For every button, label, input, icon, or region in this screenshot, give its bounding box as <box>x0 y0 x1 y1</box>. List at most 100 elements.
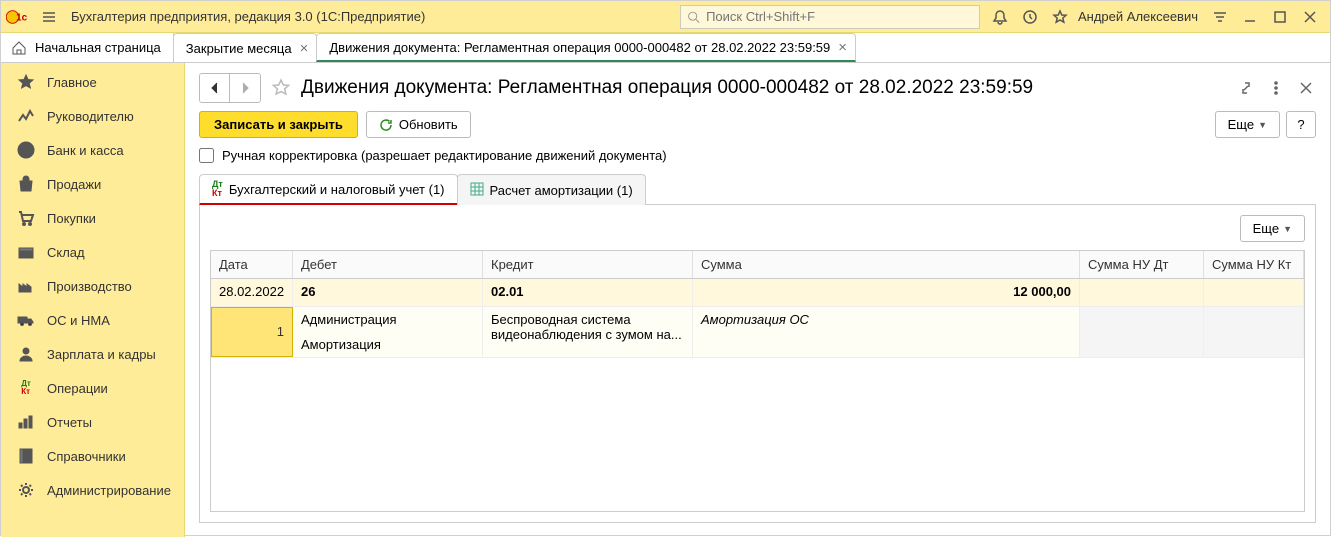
inner-tabs: ДтКт Бухгалтерский и налоговый учет (1) … <box>199 173 1316 205</box>
close-window-icon[interactable] <box>1296 3 1324 31</box>
username[interactable]: Андрей Алексеевич <box>1076 9 1204 24</box>
dtkt-icon: ДтКт <box>212 180 223 198</box>
sidebar-item-operations[interactable]: ДтКтОперации <box>1 371 184 405</box>
svg-text:1c: 1c <box>16 12 27 23</box>
refresh-button[interactable]: Обновить <box>366 111 471 138</box>
close-icon[interactable]: × <box>838 40 847 55</box>
cell-kredit-detail: Беспроводная система видеонаблюдения с з… <box>483 307 693 357</box>
history-icon[interactable] <box>1016 3 1044 31</box>
sidebar-item-label: Отчеты <box>47 415 92 430</box>
sidebar-item-reports[interactable]: Отчеты <box>1 405 184 439</box>
col-header-sum[interactable]: Сумма <box>693 251 1080 278</box>
title-actions: Андрей Алексеевич <box>980 3 1330 31</box>
cell-nudt <box>1080 279 1204 306</box>
maximize-icon[interactable] <box>1266 3 1294 31</box>
favorite-button[interactable] <box>267 74 295 102</box>
sidebar-item-label: Руководителю <box>47 109 134 124</box>
truck-icon <box>15 311 37 329</box>
sidebar-item-admin[interactable]: Администрирование <box>1 473 184 507</box>
tab-label: Движения документа: Регламентная операци… <box>329 40 830 55</box>
col-header-debet[interactable]: Дебет <box>293 251 483 278</box>
sidebar-item-production[interactable]: Производство <box>1 269 184 303</box>
sidebar-item-label: Банк и касса <box>47 143 124 158</box>
star-icon <box>15 73 37 91</box>
inner-tab-depreciation[interactable]: Расчет амортизации (1) <box>457 174 646 205</box>
pane-more-button[interactable]: Еще <box>1240 215 1305 242</box>
sidebar-item-main[interactable]: Главное <box>1 65 184 99</box>
cell-text: Администрация <box>301 312 474 327</box>
nav-back-button[interactable] <box>200 74 230 102</box>
col-header-kredit[interactable]: Кредит <box>483 251 693 278</box>
col-header-nukt[interactable]: Сумма НУ Кт <box>1204 251 1304 278</box>
kebab-icon[interactable] <box>1266 78 1286 98</box>
bag-icon <box>15 175 37 193</box>
bell-icon[interactable] <box>986 3 1014 31</box>
sidebar-item-label: Администрирование <box>47 483 171 498</box>
inner-tab-accounting[interactable]: ДтКт Бухгалтерский и налоговый учет (1) <box>199 174 458 205</box>
sidebar-item-salary[interactable]: Зарплата и кадры <box>1 337 184 371</box>
link-icon[interactable] <box>1236 78 1256 98</box>
app-title: Бухгалтерия предприятия, редакция 3.0 (1… <box>65 9 425 24</box>
nav-forward-button[interactable] <box>230 74 260 102</box>
sidebar: Главное Руководителю ₽ Банк и касса Прода… <box>1 63 185 537</box>
cell-debet: 26 <box>293 279 483 306</box>
table-row[interactable]: 28.02.2022 26 02.01 12 000,00 <box>211 279 1304 307</box>
cell-nukt <box>1204 307 1304 357</box>
tab-label: Закрытие месяца <box>186 41 292 56</box>
sidebar-item-warehouse[interactable]: Склад <box>1 235 184 269</box>
titlebar: 1c Бухгалтерия предприятия, редакция 3.0… <box>1 1 1330 33</box>
minimize-icon[interactable] <box>1236 3 1264 31</box>
logo-1c: 1c <box>1 8 33 26</box>
close-icon[interactable]: × <box>300 41 309 56</box>
inner-tab-label: Расчет амортизации (1) <box>490 183 633 198</box>
chart-icon <box>15 107 37 125</box>
table-row[interactable]: 1 Администрация Амортизация Беспроводная… <box>211 307 1304 358</box>
cart-icon <box>15 209 37 227</box>
save-close-button[interactable]: Записать и закрыть <box>199 111 358 138</box>
sidebar-item-bank[interactable]: ₽ Банк и касса <box>1 133 184 167</box>
search-box[interactable] <box>680 5 980 29</box>
inner-tab-label: Бухгалтерский и налоговый учет (1) <box>229 182 445 197</box>
close-page-icon[interactable] <box>1296 78 1316 98</box>
cell-sum: 12 000,00 <box>693 279 1080 306</box>
tab-document-moves[interactable]: Движения документа: Регламентная операци… <box>316 33 856 62</box>
cell-rownum: 1 <box>211 307 293 357</box>
menu-icon[interactable] <box>33 1 65 33</box>
sidebar-item-purchases[interactable]: Покупки <box>1 201 184 235</box>
tab-home[interactable]: Начальная страница <box>1 33 174 62</box>
tab-closing-month[interactable]: Закрытие месяца × <box>173 33 318 62</box>
sidebar-item-label: Справочники <box>47 449 126 464</box>
cell-sum-detail: Амортизация ОС <box>693 307 1080 357</box>
person-icon <box>15 345 37 363</box>
sidebar-item-assets[interactable]: ОС и НМА <box>1 303 184 337</box>
help-button[interactable]: ? <box>1286 111 1316 138</box>
cell-text: Беспроводная система видеонаблюдения с з… <box>491 312 682 342</box>
filter-icon[interactable] <box>1206 3 1234 31</box>
sidebar-item-label: Главное <box>47 75 97 90</box>
more-label: Еще <box>1253 221 1279 236</box>
search-icon <box>687 10 700 24</box>
more-button[interactable]: Еще <box>1215 111 1280 138</box>
book-icon <box>15 447 37 465</box>
manual-edit-checkbox[interactable] <box>199 148 214 163</box>
sidebar-item-label: Зарплата и кадры <box>47 347 156 362</box>
sidebar-item-manager[interactable]: Руководителю <box>1 99 184 133</box>
grid-header-row: Дата Дебет Кредит Сумма Сумма НУ Дт Сумм… <box>211 251 1304 279</box>
page-title: Движения документа: Регламентная операци… <box>301 77 1033 99</box>
search-input[interactable] <box>706 9 973 24</box>
col-header-date[interactable]: Дата <box>211 251 293 278</box>
ruble-icon: ₽ <box>15 141 37 159</box>
dtkt-icon: ДтКт <box>15 379 37 397</box>
sidebar-item-references[interactable]: Справочники <box>1 439 184 473</box>
star-icon[interactable] <box>1046 3 1074 31</box>
bars-icon <box>15 413 37 431</box>
data-grid: Дата Дебет Кредит Сумма Сумма НУ Дт Сумм… <box>210 250 1305 512</box>
refresh-icon <box>379 118 393 132</box>
sidebar-item-sales[interactable]: Продажи <box>1 167 184 201</box>
sidebar-item-label: ОС и НМА <box>47 313 110 328</box>
nav-buttons <box>199 73 261 103</box>
svg-text:₽: ₽ <box>22 145 29 157</box>
col-header-nudt[interactable]: Сумма НУ Дт <box>1080 251 1204 278</box>
cell-nudt <box>1080 307 1204 357</box>
manual-edit-label: Ручная корректировка (разрешает редактир… <box>222 148 667 163</box>
